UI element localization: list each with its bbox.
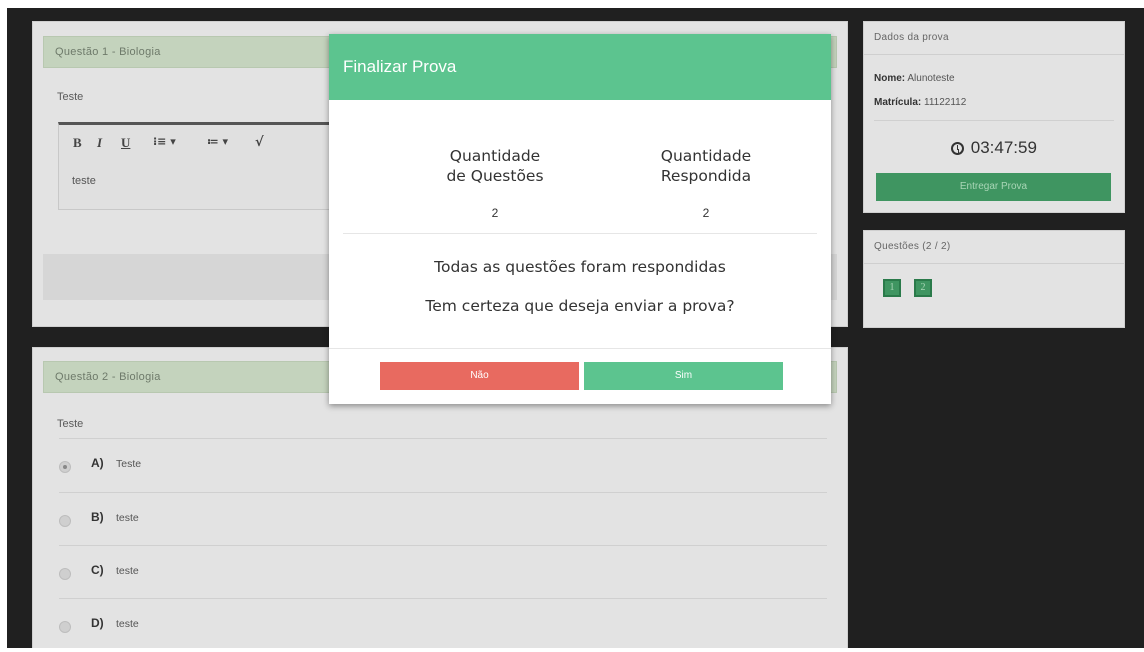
modal-divider <box>343 233 817 234</box>
question-nav-button-2[interactable]: 2 <box>914 279 932 297</box>
option-a-radio[interactable] <box>59 461 71 473</box>
name-label: Nome: <box>874 73 906 84</box>
question-nav-panel: Questões (2 / 2) 1 2 <box>863 230 1125 328</box>
ordered-list-button[interactable]: ⁝≡ ▾ <box>153 135 176 148</box>
option-b[interactable]: B) teste <box>59 492 827 546</box>
answered-count-label-line2: Respondida <box>660 167 752 185</box>
answer-editor[interactable]: B I U ⁝≡ ▾ ≔ ▾ √ teste <box>58 122 358 210</box>
confirm-message: Tem certeza que deseja enviar a prova? <box>425 297 735 315</box>
italic-button[interactable]: I <box>97 135 102 151</box>
option-b-radio[interactable] <box>59 515 71 527</box>
question-2-prompt: Teste <box>57 418 84 430</box>
question-nav-header: Questões (2 / 2) <box>864 231 1124 264</box>
question-1-prompt: Teste <box>57 91 84 103</box>
no-button[interactable]: Não <box>380 362 579 390</box>
option-c-radio[interactable] <box>59 568 71 580</box>
id-value: 11122112 <box>924 97 967 108</box>
answered-count-value: 2 <box>702 206 710 220</box>
math-button[interactable]: √ <box>255 135 264 150</box>
bold-button[interactable]: B <box>73 135 82 151</box>
option-b-letter: B) <box>91 510 104 524</box>
modal-header: Finalizar Prova <box>329 34 831 100</box>
finalize-exam-modal: Finalizar Prova Quantidade de Questões 2… <box>329 34 831 404</box>
submit-exam-button[interactable]: Entregar Prova <box>876 173 1111 201</box>
option-d-letter: D) <box>91 616 104 630</box>
student-id: Matrícula: 11122112 <box>874 97 966 108</box>
option-c[interactable]: C) teste <box>59 545 827 599</box>
option-c-text: teste <box>116 565 139 577</box>
timer-value: 03:47:59 <box>970 138 1037 157</box>
all-answered-message: Todas as questões foram respondidas <box>434 258 726 276</box>
bullet-list-button[interactable]: ≔ ▾ <box>207 135 228 148</box>
clock-icon <box>951 142 965 155</box>
option-c-letter: C) <box>91 563 104 577</box>
exam-timer: 03:47:59 <box>864 138 1124 158</box>
divider <box>874 120 1114 121</box>
answered-count-label: Quantidade Respondida <box>606 146 806 186</box>
option-a[interactable]: A) Teste <box>59 438 827 492</box>
id-label: Matrícula: <box>874 97 922 108</box>
option-d-text: teste <box>116 618 139 630</box>
yes-button[interactable]: Sim <box>584 362 783 390</box>
question-count-label: Quantidade de Questões <box>395 146 595 186</box>
modal-footer-divider <box>329 348 831 349</box>
option-d-radio[interactable] <box>59 621 71 633</box>
name-value: Alunoteste <box>907 73 955 84</box>
question-count-value: 2 <box>491 206 499 220</box>
answered-count-label-line1: Quantidade <box>660 147 752 165</box>
exam-info-header: Dados da prova <box>864 22 1124 55</box>
option-d[interactable]: D) teste <box>59 598 827 652</box>
option-a-text: Teste <box>116 458 142 470</box>
question-count-label-line1: Quantidade <box>449 147 541 165</box>
question-count-label-line2: de Questões <box>446 167 544 185</box>
exam-info-panel: Dados da prova Nome: Alunoteste Matrícul… <box>863 21 1125 213</box>
option-b-text: teste <box>116 512 139 524</box>
answer-text: teste <box>72 175 96 187</box>
option-a-letter: A) <box>91 456 104 470</box>
question-nav-button-1[interactable]: 1 <box>883 279 901 297</box>
underline-button[interactable]: U <box>121 135 130 151</box>
modal-title: Finalizar Prova <box>343 57 457 76</box>
student-name: Nome: Alunoteste <box>874 73 955 84</box>
